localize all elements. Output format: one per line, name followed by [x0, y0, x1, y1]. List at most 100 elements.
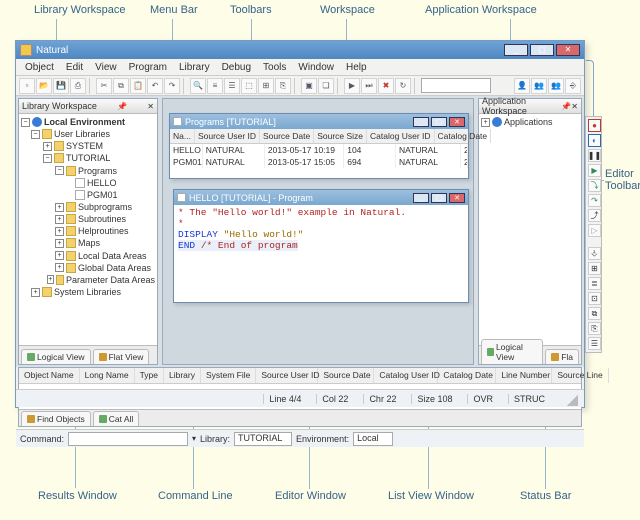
- tab-find-objects[interactable]: Find Objects: [21, 411, 91, 426]
- open-icon[interactable]: 📂: [36, 78, 52, 94]
- expand-icon[interactable]: +: [43, 142, 52, 151]
- list-row[interactable]: HELLO NATURAL 2013-05-17 10:19 104 NATUR…: [170, 144, 468, 156]
- tab-logical-view[interactable]: Logical View: [21, 349, 91, 364]
- editor-window[interactable]: HELLO [TUTORIAL] - Program _ ▢ ✕ * The "…: [173, 189, 469, 303]
- col-source-date[interactable]: Source Date: [260, 129, 314, 143]
- pin-icon[interactable]: 📌: [561, 102, 571, 111]
- expand-icon[interactable]: +: [55, 203, 64, 212]
- tree-node[interactable]: Local Data Areas: [78, 250, 147, 262]
- resize-grip-icon[interactable]: [564, 392, 578, 406]
- tree-node[interactable]: Parameter Data Areas: [66, 274, 155, 286]
- tree-node[interactable]: Subroutines: [78, 213, 126, 225]
- undo-icon[interactable]: ↶: [147, 78, 163, 94]
- toolbar-button[interactable]: ⏭: [361, 78, 377, 94]
- maximize-button[interactable]: ▢: [431, 117, 447, 127]
- tree-root[interactable]: Local Environment: [44, 116, 125, 128]
- toolbar-button[interactable]: ≡: [207, 78, 223, 94]
- people-icon[interactable]: 👥: [531, 78, 547, 94]
- tree-node-user-libraries[interactable]: User Libraries: [54, 128, 110, 140]
- col[interactable]: Source User ID: [256, 368, 318, 383]
- toolbar-button[interactable]: ⊞: [588, 262, 601, 275]
- expand-icon[interactable]: +: [47, 275, 54, 284]
- people-icon[interactable]: 👥: [548, 78, 564, 94]
- toolbar-button[interactable]: ⤴: [588, 209, 601, 222]
- find-icon[interactable]: 🔍: [190, 78, 206, 94]
- menu-edit[interactable]: Edit: [61, 61, 88, 74]
- cut-icon[interactable]: ✂: [96, 78, 112, 94]
- expand-icon[interactable]: +: [31, 288, 40, 297]
- toolbar-button[interactable]: ⊞: [258, 78, 274, 94]
- environment-field[interactable]: Local: [353, 432, 393, 446]
- maximize-button[interactable]: ▢: [530, 44, 554, 56]
- menu-view[interactable]: View: [90, 61, 122, 74]
- col-catalog-date[interactable]: Catalog Date: [435, 129, 492, 143]
- toolbar-button[interactable]: ⊡: [588, 292, 601, 305]
- library-tree[interactable]: −Local Environment −User Libraries +SYST…: [19, 114, 157, 345]
- col-source-size[interactable]: Source Size: [314, 129, 367, 143]
- col[interactable]: Object Name: [19, 368, 80, 383]
- toolbar-button[interactable]: ⎘: [275, 78, 291, 94]
- toolbar-button[interactable]: ↻: [395, 78, 411, 94]
- play-icon[interactable]: ▶: [588, 164, 601, 177]
- close-button[interactable]: ✕: [449, 193, 465, 203]
- stop-icon[interactable]: ▷: [588, 224, 601, 237]
- list-view-columns[interactable]: Na... Source User ID Source Date Source …: [170, 129, 468, 144]
- minimize-button[interactable]: _: [413, 193, 429, 203]
- col[interactable]: Library: [164, 368, 201, 383]
- menu-debug[interactable]: Debug: [217, 61, 256, 74]
- close-icon[interactable]: ✕: [147, 102, 154, 111]
- col[interactable]: Line Number: [496, 368, 552, 383]
- library-workspace-title[interactable]: Library Workspace 📌 ✕: [19, 99, 157, 114]
- col[interactable]: Catalog Date: [438, 368, 496, 383]
- collapse-icon[interactable]: −: [55, 166, 64, 175]
- list-row[interactable]: PGM01 NATURAL 2013-05-17 15:05 694 NATUR…: [170, 156, 468, 168]
- pause-icon[interactable]: ❚❚: [588, 149, 601, 162]
- tree-item-pgm01[interactable]: PGM01: [87, 189, 118, 201]
- tree-node[interactable]: Subprograms: [78, 201, 132, 213]
- list-view-window[interactable]: Programs [TUTORIAL] _ ▢ ✕ Na... Source U…: [169, 113, 469, 179]
- app-tree[interactable]: + Applications: [479, 114, 581, 345]
- mdi-workspace[interactable]: Programs [TUTORIAL] _ ▢ ✕ Na... Source U…: [162, 98, 474, 365]
- expand-icon[interactable]: +: [55, 227, 64, 236]
- tree-node-programs[interactable]: Programs: [78, 165, 117, 177]
- close-button[interactable]: ✕: [556, 44, 580, 56]
- titlebar[interactable]: Natural _ ▢ ✕: [16, 41, 584, 59]
- save-icon[interactable]: 💾: [53, 78, 69, 94]
- results-columns[interactable]: Object Name Long Name Type Library Syste…: [19, 368, 581, 384]
- col[interactable]: Type: [135, 368, 164, 383]
- expand-icon[interactable]: +: [55, 251, 64, 260]
- col[interactable]: Long Name: [80, 368, 135, 383]
- col[interactable]: Source Date: [318, 368, 374, 383]
- expand-icon[interactable]: +: [55, 263, 64, 272]
- editor-titlebar[interactable]: HELLO [TUTORIAL] - Program _ ▢ ✕: [174, 190, 468, 205]
- tree-node[interactable]: Maps: [78, 237, 100, 249]
- step-into-icon[interactable]: ⤵: [588, 179, 601, 192]
- close-icon[interactable]: ✕: [571, 102, 578, 111]
- col-source-user[interactable]: Source User ID: [195, 129, 260, 143]
- tree-node-tutorial[interactable]: TUTORIAL: [66, 152, 110, 164]
- toolbar-combo[interactable]: [421, 78, 491, 93]
- dropdown-icon[interactable]: ▾: [192, 434, 196, 443]
- app-workspace-title[interactable]: Application Workspace 📌 ✕: [479, 99, 581, 114]
- col-name[interactable]: Na...: [170, 129, 195, 143]
- pin-icon[interactable]: 📌: [117, 102, 127, 111]
- toolbar-button[interactable]: ⎘: [588, 322, 601, 335]
- run-icon[interactable]: ▶: [344, 78, 360, 94]
- print-icon[interactable]: ⎙: [70, 78, 86, 94]
- people-icon[interactable]: 👤: [514, 78, 530, 94]
- tab-cat-all[interactable]: Cat All: [93, 411, 140, 426]
- menu-window[interactable]: Window: [293, 61, 339, 74]
- close-button[interactable]: ✕: [449, 117, 465, 127]
- menu-tools[interactable]: Tools: [258, 61, 291, 74]
- minimize-button[interactable]: _: [413, 117, 429, 127]
- paste-icon[interactable]: 📋: [130, 78, 146, 94]
- editor-text-area[interactable]: * The "Hello world!" example in Natural.…: [174, 205, 468, 253]
- tab-flat-view[interactable]: Fla: [545, 349, 579, 364]
- step-over-icon[interactable]: ↷: [588, 194, 601, 207]
- toolbar-button[interactable]: ⬚: [241, 78, 257, 94]
- redo-icon[interactable]: ↷: [164, 78, 180, 94]
- toolbar-button[interactable]: ⎀: [588, 247, 601, 260]
- expand-icon[interactable]: +: [481, 118, 490, 127]
- tree-root-applications[interactable]: Applications: [504, 116, 553, 128]
- status-ovr[interactable]: OVR: [467, 394, 498, 404]
